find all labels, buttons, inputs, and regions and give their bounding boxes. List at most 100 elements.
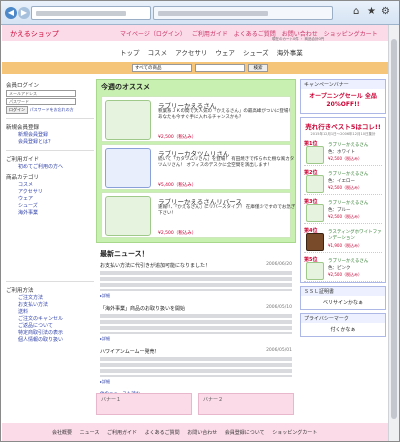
rank-product-name[interactable]: ラスティングホワイトファンデーション <box>328 229 382 241</box>
search-input[interactable] <box>195 64 245 72</box>
ranking-item[interactable]: 第3位 ラブリーかえるさん 色：ブルー ¥2,500（税込み） <box>304 195 382 224</box>
guide-first-link[interactable]: 初めてご利用の方へ <box>6 164 94 171</box>
product-desc: 速報!!、「かえるさん」にリバースタイプ！ 在庫僅少ですのでお急ぎ下さい！ <box>158 205 296 216</box>
rank-product-name[interactable]: ラブリーかえるさん <box>328 258 368 264</box>
news-date: 2006/05/10 <box>266 305 292 310</box>
method-return-link[interactable]: ご返品について <box>6 323 94 330</box>
banner-2[interactable]: バナー２ <box>198 393 294 415</box>
news-headline[interactable]: 「海外事業」商品のお取り扱いを開始 <box>100 306 185 312</box>
frog-product-image[interactable] <box>105 100 151 140</box>
vertical-scrollbar[interactable] <box>388 25 399 441</box>
footer-contact-link[interactable]: お問い合わせ <box>187 430 217 436</box>
method-privacy-link[interactable]: 個人情報の取り扱い <box>6 337 94 344</box>
method-cancel-link[interactable]: ご注文のキャンセル <box>6 316 94 323</box>
login-title: 会員ログイン <box>6 83 40 89</box>
method-order-link[interactable]: ご注文方法 <box>6 295 94 302</box>
home-icon[interactable]: ⌂ <box>353 6 359 17</box>
password-field[interactable]: パスワード <box>6 98 76 105</box>
cat-wear[interactable]: ウェア <box>215 49 235 57</box>
method-payment-link[interactable]: お支払い方法 <box>6 302 94 309</box>
frog-product-image[interactable] <box>306 175 324 193</box>
cosmetic-product-image[interactable] <box>306 233 324 251</box>
sidebar-item-accessory[interactable]: アクセサリ <box>6 189 94 196</box>
star-icon[interactable]: ★ <box>367 6 376 17</box>
search-category-select[interactable]: すべての商品 <box>132 64 192 72</box>
rank-product-name[interactable]: ラブリーかえるさん <box>328 200 368 206</box>
category-nav: トップ コスメ アクセサリ ウェア シューズ 海外事業 <box>120 47 309 57</box>
sidebar-item-shoes[interactable]: シューズ <box>6 203 94 210</box>
nav-faq[interactable]: よくあるご質問 <box>234 31 276 38</box>
footer-guide-link[interactable]: ご利用ガイド <box>107 430 137 436</box>
product-card[interactable]: ラブリーかえるさん 秋葉系ＪＫの間で大人気の「かえるさん」の最高峰がついに登場！… <box>101 96 293 142</box>
divider <box>6 281 94 282</box>
register-about-link[interactable]: 会員登録とは？ <box>6 139 94 146</box>
news-headline[interactable]: ハワイアンムームー発売！ <box>100 349 160 355</box>
site-logo[interactable]: かえるショップ <box>10 29 59 39</box>
product-price: ¥2,500（税込み） <box>158 135 197 140</box>
search-button[interactable]: 検索 <box>248 64 268 72</box>
cat-accessory[interactable]: アクセサリ <box>175 49 207 57</box>
nav-mypage[interactable]: マイページ（ログイン） <box>120 31 186 38</box>
news-body <box>100 357 292 377</box>
scrollbar-thumb[interactable] <box>391 39 397 419</box>
news-more-link[interactable]: ▸詳細 <box>100 293 292 299</box>
cat-overseas[interactable]: 海外事業 <box>277 49 303 57</box>
campaign-box[interactable]: キャンペーンバナー オープニングセール 全品20%OFF!! <box>300 79 386 114</box>
rank-product-color: 色：ピンク <box>328 266 351 271</box>
product-card[interactable]: ラブリーかえるさんリバース 速報!!、「かえるさん」にリバースタイプ！ 在庫僅少… <box>101 192 295 238</box>
ranking-item[interactable]: 第1位 ラブリーかえるさん 色：ホワイト ¥2,500（税込み） <box>304 137 382 166</box>
gear-icon[interactable]: ⚙ <box>381 6 390 17</box>
address-bar[interactable] <box>31 6 151 20</box>
recommend-title: 今週のオススメ <box>101 83 150 91</box>
news-headline[interactable]: お支払い方法に代引きが追加可能になりました！ <box>100 263 210 269</box>
product-price: ¥5,400（税込み） <box>158 183 197 188</box>
footer-faq-link[interactable]: よくあるご質問 <box>145 430 180 436</box>
sidebar-item-cosme[interactable]: コスメ <box>6 182 94 189</box>
banner-1[interactable]: バナー１ <box>96 393 192 415</box>
login-button[interactable]: ログイン <box>6 106 28 114</box>
nav-guide[interactable]: ご利用ガイド <box>192 31 228 38</box>
divider <box>6 118 94 119</box>
back-arrow-icon[interactable]: ◀ <box>5 7 17 19</box>
ranking-item[interactable]: 第5位 ラブリーかえるさん 色：ピンク ¥2,500（税込み） <box>304 253 382 282</box>
news-more-link[interactable]: ▸詳細 <box>100 379 292 385</box>
recommend-box: 今週のオススメ ラブリーかえるさん 秋葉系ＪＫの間で大人気の「かえるさん」の最高… <box>96 79 296 243</box>
frog-product-image[interactable] <box>306 204 324 222</box>
ranking-item[interactable]: 第2位 ラブリーかえるさん 色：イエロー ¥2,500（税込み） <box>304 166 382 195</box>
frog-product-image[interactable] <box>105 196 151 236</box>
footer-cart-link[interactable]: ショッピングカート <box>272 430 317 436</box>
forward-arrow-icon[interactable]: ▶ <box>18 7 30 19</box>
ranking-title: 売れ行きベスト5はコレ!! <box>305 123 381 131</box>
footer-news-link[interactable]: ニュース <box>80 430 100 436</box>
email-field[interactable]: メールアドレス <box>6 90 76 97</box>
method-shipping-link[interactable]: 送料 <box>6 309 94 316</box>
cat-shoes[interactable]: シューズ <box>243 49 269 57</box>
footer-company-link[interactable]: 会社概要 <box>52 430 72 436</box>
cat-cosme[interactable]: コスメ <box>148 49 168 57</box>
sidebar-item-overseas[interactable]: 海外事業 <box>6 210 94 217</box>
rank-product-color: 色：ホワイト <box>328 150 355 155</box>
guide-title: ご利用ガイド <box>6 157 40 163</box>
news-more-link[interactable]: ▸詳細 <box>100 336 292 342</box>
frog-product-image[interactable] <box>306 262 324 280</box>
rank-product-name[interactable]: ラブリーかえるさん <box>328 142 368 148</box>
rank-product-price: ¥2,500（税込み） <box>328 214 362 219</box>
frog-product-image[interactable] <box>306 146 324 164</box>
right-sidebar: キャンペーンバナー オープニングセール 全品20%OFF!! 売れ行きベスト5は… <box>300 79 386 340</box>
ranking-item[interactable]: 第4位 ラスティングホワイトファンデーション ¥1,900（税込み） <box>304 224 382 253</box>
forgot-password-link[interactable]: パスワードをお忘れの方 <box>30 107 74 112</box>
product-card[interactable]: ラブリーカタツムリさん 続いて「カタツムリさん」を登場！ 有田焼きで作られた樹な… <box>101 144 294 190</box>
snail-product-image[interactable] <box>105 148 151 188</box>
campaign-text[interactable]: オープニングセール 全品20%OFF!! <box>301 89 385 113</box>
news-item: 2006/05/10 「海外事業」商品のお取り扱いを開始 ▸詳細 <box>100 305 292 342</box>
product-desc: 秋葉系ＪＫの間で大人気の「かえるさん」の最高峰がついに登場！ あなたも今すぐ手に… <box>158 109 293 120</box>
sidebar-item-wear[interactable]: ウェア <box>6 196 94 203</box>
rank-product-name[interactable]: ラブリーかえるさん <box>328 171 368 177</box>
register-link[interactable]: 新規会員登録 <box>6 132 94 139</box>
cat-top[interactable]: トップ <box>120 49 140 57</box>
method-law-link[interactable]: 特定商取引法の表示 <box>6 330 94 337</box>
nav-cart[interactable]: ショッピングカート <box>324 31 378 38</box>
left-sidebar: 会員ログイン メールアドレス パスワード ログイン パスワードをお忘れの方 新規… <box>6 79 94 399</box>
footer-register-link[interactable]: 会員登録について <box>225 430 265 436</box>
browser-tab[interactable] <box>153 6 333 20</box>
